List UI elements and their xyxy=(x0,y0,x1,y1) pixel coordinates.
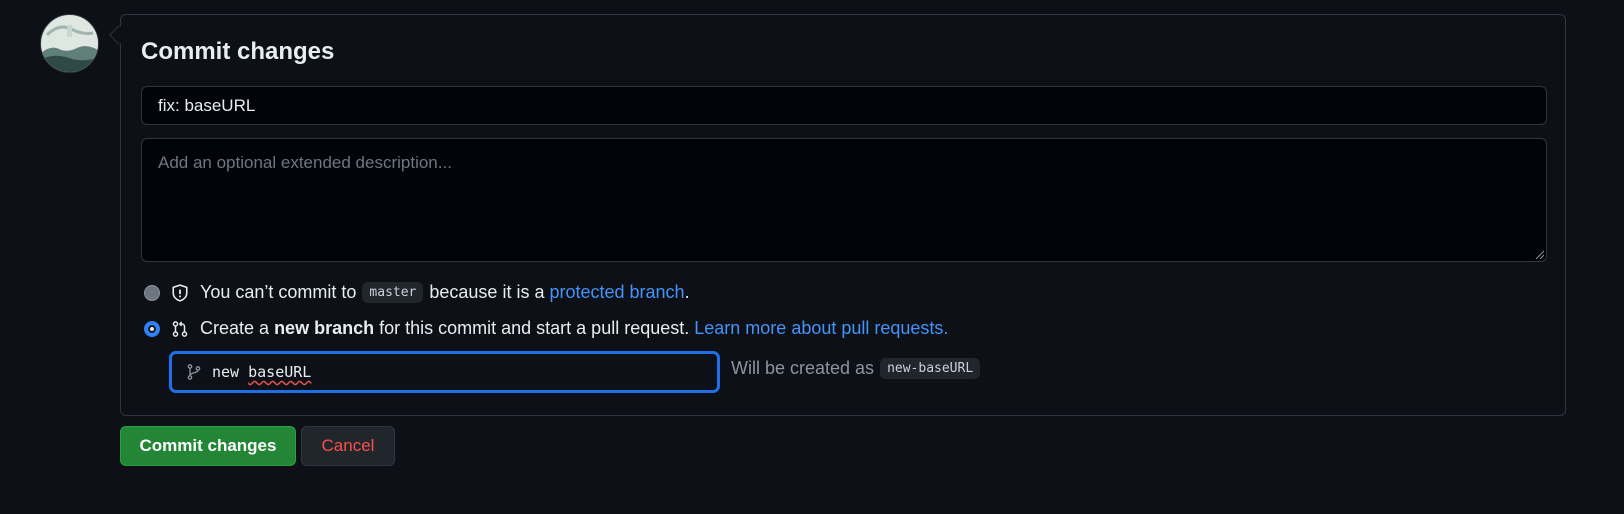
commit-direct-radio[interactable] xyxy=(144,284,160,301)
direct-middle: because it is a xyxy=(429,282,545,302)
shield-icon xyxy=(170,283,190,303)
direct-suffix: . xyxy=(684,282,690,302)
avatar[interactable] xyxy=(40,14,99,73)
git-branch-icon xyxy=(186,363,202,381)
learn-more-link[interactable]: Learn more about pull requests. xyxy=(694,318,948,339)
new-branch-option[interactable]: Create a new branch for this commit and … xyxy=(144,318,948,339)
cancel-button[interactable]: Cancel xyxy=(301,426,395,466)
branch-name-value: new baseURL xyxy=(212,363,311,381)
page-title: Commit changes xyxy=(141,38,335,65)
protected-branch-link[interactable]: protected branch xyxy=(549,282,684,303)
commit-direct-option[interactable]: You can’t commit to master because it is… xyxy=(144,282,690,303)
resize-handle-icon[interactable] xyxy=(1534,249,1544,259)
commit-changes-button[interactable]: Commit changes xyxy=(120,426,296,466)
new-branch-bold: new branch xyxy=(274,318,375,338)
commit-summary-value: fix: baseURL xyxy=(158,95,256,115)
commit-description-textarea[interactable]: Add an optional extended description... xyxy=(141,138,1547,262)
new-branch-radio[interactable] xyxy=(144,320,160,337)
git-pull-request-icon xyxy=(170,319,190,339)
direct-prefix: You can’t commit to xyxy=(200,282,357,302)
protected-branch-name: master xyxy=(362,282,424,303)
commit-summary-input[interactable]: fix: baseURL xyxy=(141,86,1547,125)
branch-name-word-1: new xyxy=(212,363,240,381)
created-branch-name: new-baseURL xyxy=(880,358,981,379)
branch-name-word-2: baseURL xyxy=(248,363,312,381)
branch-name-input[interactable]: new baseURL xyxy=(170,352,719,392)
created-as-label: Will be created as xyxy=(731,358,875,378)
created-as-hint: Will be created as new-baseURL xyxy=(731,358,986,379)
new-branch-middle: for this commit and start a pull request… xyxy=(379,318,690,338)
new-branch-prefix: Create a xyxy=(200,318,270,338)
description-placeholder: Add an optional extended description... xyxy=(158,153,452,172)
